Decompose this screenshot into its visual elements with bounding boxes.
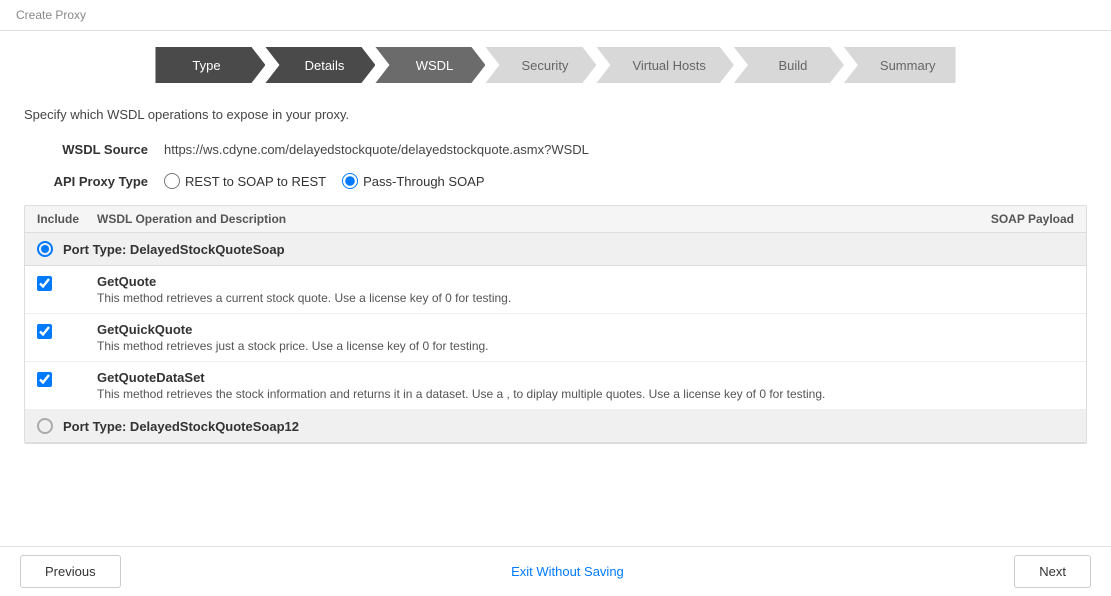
step-wsdl[interactable]: WSDL: [375, 47, 485, 83]
col-operation-header: WSDL Operation and Description: [97, 212, 964, 226]
api-proxy-type-row: API Proxy Type REST to SOAP to REST Pass…: [24, 173, 1087, 189]
api-proxy-type-label: API Proxy Type: [24, 174, 164, 189]
step-build[interactable]: Build: [734, 47, 844, 83]
operation-row-1: GetQuote This method retrieves a current…: [25, 266, 1086, 314]
op3-checkbox-cell: [37, 370, 97, 390]
page-header: Create Proxy: [0, 0, 1111, 31]
op1-desc: This method retrieves a current stock qu…: [97, 291, 1074, 305]
wsdl-source-row: WSDL Source https://ws.cdyne.com/delayed…: [24, 142, 1087, 157]
step-details[interactable]: Details: [265, 47, 375, 83]
port-type-row-1[interactable]: Port Type: DelayedStockQuoteSoap: [25, 233, 1086, 266]
radio-group: REST to SOAP to REST Pass-Through SOAP: [164, 173, 485, 189]
step-details-label: Details: [265, 47, 375, 83]
op2-name: GetQuickQuote: [97, 322, 1074, 337]
operation-row-3: GetQuoteDataSet This method retrieves th…: [25, 362, 1086, 410]
step-type[interactable]: Type: [155, 47, 265, 83]
exit-button[interactable]: Exit Without Saving: [511, 564, 624, 579]
content-area: Specify which WSDL operations to expose …: [0, 95, 1111, 444]
port-type-1-label: Port Type: DelayedStockQuoteSoap: [63, 242, 285, 257]
op2-desc: This method retrieves just a stock price…: [97, 339, 1074, 353]
op3-checkbox[interactable]: [37, 372, 52, 387]
step-summary[interactable]: Summary: [844, 47, 956, 83]
op3-details: GetQuoteDataSet This method retrieves th…: [97, 370, 1074, 401]
op2-checkbox[interactable]: [37, 324, 52, 339]
radio-rest-to-soap-input[interactable]: [164, 173, 180, 189]
step-security[interactable]: Security: [485, 47, 596, 83]
table-header: Include WSDL Operation and Description S…: [25, 206, 1086, 233]
previous-button[interactable]: Previous: [20, 555, 121, 588]
page-title: Create Proxy: [16, 8, 86, 22]
operation-row-2: GetQuickQuote This method retrieves just…: [25, 314, 1086, 362]
radio-rest-to-soap-label: REST to SOAP to REST: [185, 174, 326, 189]
col-payload-header: SOAP Payload: [964, 212, 1074, 226]
op2-checkbox-cell: [37, 322, 97, 342]
op1-checkbox[interactable]: [37, 276, 52, 291]
wsdl-source-label: WSDL Source: [24, 142, 164, 157]
footer: Previous Exit Without Saving Next: [0, 546, 1111, 596]
step-summary-label: Summary: [844, 47, 956, 83]
step-build-label: Build: [734, 47, 844, 83]
table-wrapper: Include WSDL Operation and Description S…: [24, 205, 1087, 444]
step-wsdl-label: WSDL: [375, 47, 485, 83]
op1-details: GetQuote This method retrieves a current…: [97, 274, 1074, 305]
op3-name: GetQuoteDataSet: [97, 370, 1074, 385]
port-type-1-radio[interactable]: [37, 241, 53, 257]
port-type-2-label: Port Type: DelayedStockQuoteSoap12: [63, 419, 299, 434]
operations-table: Include WSDL Operation and Description S…: [24, 205, 1087, 444]
next-button[interactable]: Next: [1014, 555, 1091, 588]
radio-pass-through-label: Pass-Through SOAP: [363, 174, 484, 189]
port-type-2-radio[interactable]: [37, 418, 53, 434]
step-virtual-hosts[interactable]: Virtual Hosts: [596, 47, 733, 83]
step-type-label: Type: [155, 47, 265, 83]
description: Specify which WSDL operations to expose …: [24, 107, 1087, 122]
op2-details: GetQuickQuote This method retrieves just…: [97, 322, 1074, 353]
op1-name: GetQuote: [97, 274, 1074, 289]
radio-rest-to-soap[interactable]: REST to SOAP to REST: [164, 173, 326, 189]
radio-pass-through-input[interactable]: [342, 173, 358, 189]
port-type-row-2[interactable]: Port Type: DelayedStockQuoteSoap12: [25, 410, 1086, 443]
col-include-header: Include: [37, 212, 97, 226]
op3-desc: This method retrieves the stock informat…: [97, 387, 1074, 401]
step-security-label: Security: [485, 47, 596, 83]
wizard-steps: Type Details WSDL Security Virtual Hosts…: [0, 31, 1111, 95]
radio-pass-through[interactable]: Pass-Through SOAP: [342, 173, 484, 189]
step-virtual-hosts-label: Virtual Hosts: [596, 47, 733, 83]
op1-checkbox-cell: [37, 274, 97, 294]
wsdl-source-value: https://ws.cdyne.com/delayedstockquote/d…: [164, 142, 589, 157]
